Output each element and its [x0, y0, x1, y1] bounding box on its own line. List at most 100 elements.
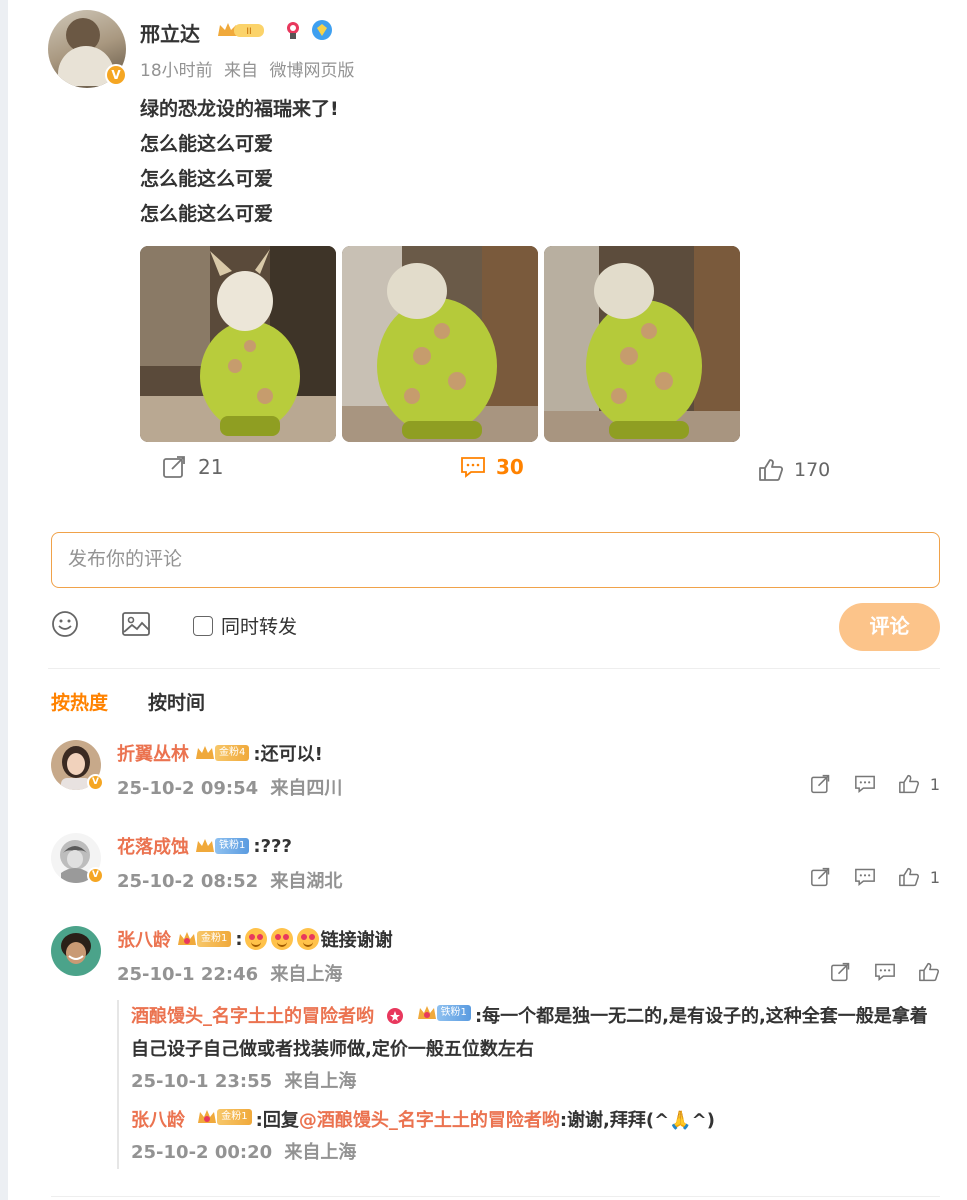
comment-actions — [830, 962, 940, 982]
comment-date: 25-10-2 08:52 — [117, 871, 259, 892]
repost-button[interactable]: 21 — [162, 455, 223, 479]
verified-badge-icon: V — [87, 867, 104, 884]
comment-line: 花落成蚀 铁粉1 :??? — [117, 833, 292, 859]
submit-comment-button[interactable]: 评论 — [839, 603, 940, 651]
reply-item: 张八龄 金粉1 :回复@酒酿馒头_名字土土的冒险者哟:谢谢,拜拜(^🙏^) — [131, 1104, 940, 1137]
fan-badge[interactable]: 金粉4 — [195, 744, 250, 762]
thumbs-up-icon[interactable] — [918, 962, 940, 982]
like-count: 170 — [794, 459, 831, 481]
reply-date: 25-10-1 23:55 — [131, 1071, 273, 1092]
post-time[interactable]: 18小时前 — [140, 61, 213, 81]
heart-eyes-emoji-icon — [270, 928, 293, 950]
reply-date: 25-10-2 00:20 — [131, 1142, 273, 1163]
like-button[interactable]: 170 — [758, 458, 830, 482]
vip-diamond-icon[interactable] — [311, 19, 333, 41]
comment-input-placeholder: 发布你的评论 — [68, 548, 183, 570]
heart-eyes-emoji-icon — [244, 928, 267, 950]
post-line: 怎么能这么可爱 — [140, 203, 274, 225]
emoji-icon[interactable] — [51, 610, 79, 638]
commenter-name[interactable]: 张八龄 — [117, 926, 171, 952]
repost-count: 21 — [198, 455, 224, 479]
reply-thread: 酒酿馒头_名字土土的冒险者哟 铁粉1 :每一个都是独一无二的,是有设子的,这种全… — [117, 1000, 940, 1169]
verified-badge-icon: V — [105, 64, 127, 86]
post-content: 绿的恐龙设的福瑞来了! 怎么能这么可爱 怎么能这么可爱 怎么能这么可爱 — [140, 92, 339, 232]
comment-location: 来自上海 — [270, 964, 343, 985]
reply-location: 来自上海 — [284, 1071, 357, 1092]
post-actions: 21 30 170 — [48, 455, 948, 491]
thumbs-up-icon — [898, 774, 919, 794]
image-upload-icon[interactable] — [121, 610, 151, 638]
divider — [48, 668, 940, 669]
comment-date: 25-10-2 09:54 — [117, 778, 259, 799]
comment-text: :??? — [253, 835, 292, 857]
commenter-name[interactable]: 花落成蚀 — [117, 833, 189, 859]
also-repost-label: 同时转发 — [221, 616, 298, 638]
post-image[interactable] — [342, 246, 538, 442]
reply-icon[interactable] — [854, 867, 876, 887]
fan-badge[interactable]: 金粉1 — [197, 1108, 252, 1126]
post-image[interactable] — [544, 246, 740, 442]
checkbox-box[interactable] — [193, 615, 213, 636]
comment-text: 链接谢谢 — [320, 930, 393, 951]
fan-badge[interactable]: 铁粉1 — [195, 837, 250, 855]
composer-toolbar: 同时转发 评论 — [51, 600, 940, 656]
repost-icon — [163, 456, 185, 478]
fan-badge-label: 金粉1 — [197, 931, 232, 947]
tab-sort-time[interactable]: 按时间 — [148, 688, 205, 715]
level-crown-badge-icon[interactable]: II — [216, 20, 268, 40]
post-source-prefix: 来自 — [224, 61, 259, 81]
thumbs-up-icon — [898, 867, 919, 887]
replier-name[interactable]: 酒酿馒头_名字土土的冒险者哟 — [131, 1006, 374, 1027]
reply-text: :谢谢,拜拜(^🙏^) — [559, 1110, 715, 1131]
tab-sort-hot[interactable]: 按热度 — [51, 688, 108, 715]
reply-meta: 25-10-1 23:55 来自上海 — [131, 1066, 940, 1098]
fan-badge-label: 金粉4 — [215, 745, 250, 761]
repost-icon[interactable] — [830, 962, 852, 982]
replier-name[interactable]: 张八龄 — [131, 1110, 185, 1131]
reply-icon[interactable] — [854, 774, 876, 794]
reply-item: 酒酿馒头_名字土土的冒险者哟 铁粉1 :每一个都是独一无二的,是有设子的,这种全… — [131, 1000, 940, 1066]
comment-date: 25-10-1 22:46 — [117, 964, 259, 985]
also-repost-checkbox[interactable]: 同时转发 — [193, 612, 297, 639]
mention-link[interactable]: @酒酿馒头_名字土土的冒险者哟 — [299, 1110, 560, 1131]
comment-meta: 25-10-2 09:54 来自四川 — [117, 774, 348, 800]
post-images — [140, 246, 740, 442]
comment-like-button[interactable]: 1 — [898, 867, 940, 887]
post-image[interactable] — [140, 246, 336, 442]
level-badge-text: II — [246, 27, 251, 37]
repost-icon[interactable] — [810, 867, 832, 887]
left-sidebar-strip — [0, 0, 8, 1200]
comment-icon — [461, 457, 485, 478]
fan-badge[interactable]: 金粉1 — [177, 930, 232, 948]
post-line: 怎么能这么可爱 — [140, 133, 274, 155]
commenter-avatar[interactable] — [51, 926, 101, 976]
fan-badge-label: 铁粉1 — [215, 838, 250, 854]
post-line: 怎么能这么可爱 — [140, 168, 274, 190]
fan-badge-label: 铁粉1 — [436, 1005, 471, 1021]
comment-meta: 25-10-1 22:46 来自上海 — [117, 960, 348, 986]
crown-icon — [196, 839, 214, 852]
repost-icon[interactable] — [810, 774, 832, 794]
comment-line: 张八龄 金粉1 : 链接谢谢 — [117, 926, 393, 952]
comment-text-prefix: : — [235, 928, 243, 950]
comment-like-button[interactable]: 1 — [898, 774, 940, 794]
post-line: 绿的恐龙设的福瑞来了! — [140, 98, 339, 120]
comment-input[interactable]: 发布你的评论 — [51, 532, 940, 588]
author-name[interactable]: 邢立达 — [140, 18, 200, 47]
achievement-medal-icon[interactable] — [283, 20, 303, 40]
comment-count: 30 — [496, 455, 524, 479]
fan-badge[interactable]: 铁粉1 — [417, 1004, 471, 1022]
thumbs-up-icon — [759, 459, 784, 481]
post-meta: 18小时前 来自 微博网页版 — [140, 56, 360, 81]
medal-icon — [387, 1008, 404, 1024]
comment-meta: 25-10-2 08:52 来自湖北 — [117, 867, 348, 893]
comment-button[interactable]: 30 — [460, 455, 524, 479]
comment-location: 来自湖北 — [270, 871, 343, 892]
reply-meta: 25-10-2 00:20 来自上海 — [131, 1137, 940, 1169]
fan-badge-label: 金粉1 — [217, 1109, 252, 1125]
divider — [51, 1196, 940, 1197]
reply-icon[interactable] — [874, 962, 896, 982]
commenter-name[interactable]: 折翼丛林 — [117, 740, 189, 766]
crown-icon — [198, 1110, 217, 1123]
post-source[interactable]: 微博网页版 — [269, 61, 354, 81]
